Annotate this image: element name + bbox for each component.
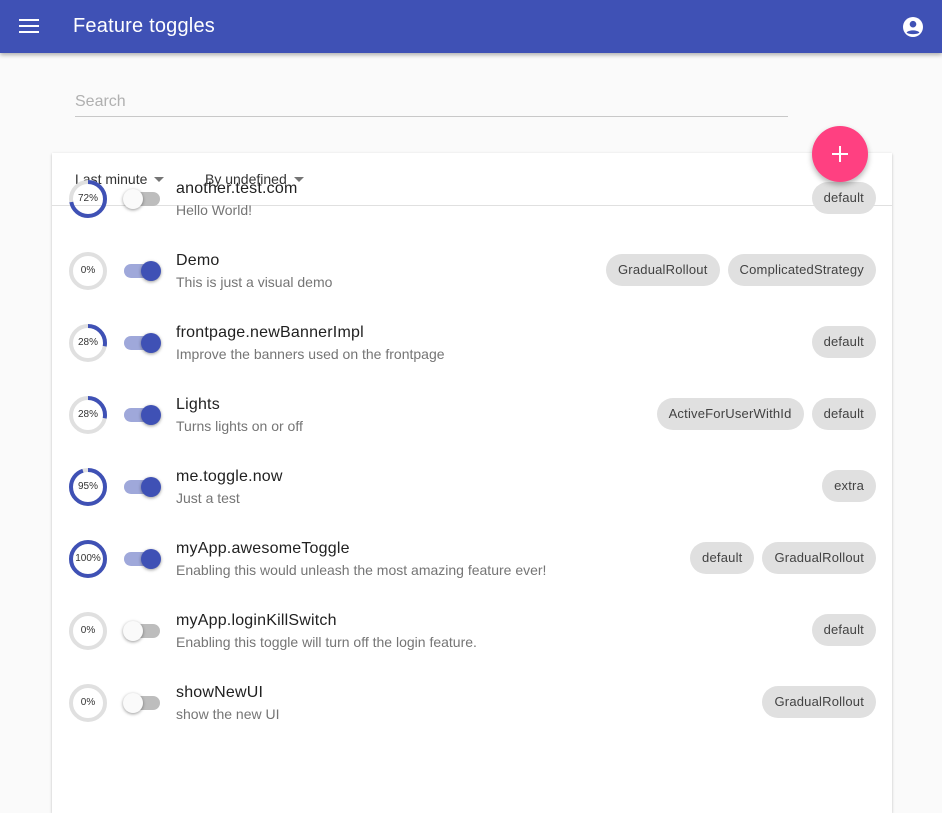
feature-name-link[interactable]: myApp.loginKillSwitch: [176, 612, 337, 630]
add-feature-button[interactable]: [812, 126, 868, 182]
strategy-chips: GradualRollout ComplicatedStrategy: [606, 254, 876, 286]
feature-row: 28% frontpage.newBannerImpl Improve the ba…: [52, 298, 892, 370]
strategy-chip[interactable]: default: [690, 542, 755, 574]
search-input[interactable]: [75, 88, 788, 116]
usage-gauge: 100%: [67, 538, 109, 580]
strategy-chip[interactable]: default: [811, 398, 876, 430]
feature-row: 0% Demo This is just a visual demo GradualR…: [52, 226, 892, 298]
feature-row: 28% Lights Turns lights on or off ActiveFor…: [52, 370, 892, 442]
strategy-chip[interactable]: ActiveForUserWithId: [656, 398, 804, 430]
feature-toggle-switch[interactable]: [123, 187, 161, 211]
feature-name-link[interactable]: me.toggle.now: [176, 468, 283, 486]
feature-description: Just a test: [176, 490, 240, 506]
feature-row: 100% myApp.awesomeToggle Enabling this wou…: [52, 514, 892, 586]
app-bar: Feature toggles: [0, 0, 942, 53]
strategy-chips: extra: [822, 470, 876, 502]
feature-name-link[interactable]: showNewUI: [176, 684, 263, 702]
feature-name-link[interactable]: another.test.com: [176, 180, 298, 198]
feature-toggle-switch[interactable]: [123, 619, 161, 643]
strategy-chips: ActiveForUserWithId default: [656, 398, 876, 430]
feature-toggle-switch[interactable]: [123, 691, 161, 715]
switch-thumb: [123, 693, 143, 713]
search-field: [75, 88, 788, 117]
usage-gauge: 95%: [67, 466, 109, 508]
feature-name-link[interactable]: Lights: [176, 396, 220, 414]
feature-toggle-switch[interactable]: [123, 259, 161, 283]
strategy-chip[interactable]: default: [811, 182, 876, 214]
feature-list-card: Last minute By undefined 72% another.test…: [52, 153, 892, 813]
strategy-chip[interactable]: default: [811, 326, 876, 358]
strategy-chip[interactable]: ComplicatedStrategy: [727, 254, 876, 286]
usage-gauge: 72%: [67, 178, 109, 220]
feature-toggle-switch[interactable]: [123, 331, 161, 355]
switch-thumb: [141, 477, 161, 497]
usage-gauge: 0%: [67, 682, 109, 724]
usage-gauge: 0%: [67, 250, 109, 292]
strategy-chip[interactable]: GradualRollout: [606, 254, 720, 286]
account-circle-icon[interactable]: [902, 16, 924, 38]
usage-percent: 72%: [77, 193, 98, 204]
strategy-chip[interactable]: GradualRollout: [762, 686, 876, 718]
feature-name-link[interactable]: frontpage.newBannerImpl: [176, 324, 364, 342]
usage-percent: 28%: [77, 409, 98, 420]
feature-description: Turns lights on or off: [176, 418, 303, 434]
feature-description: Improve the banners used on the frontpag…: [176, 346, 445, 362]
plus-icon: [832, 146, 848, 162]
feature-description: Enabling this toggle will turn off the l…: [176, 634, 477, 650]
feature-toggle-switch[interactable]: [123, 547, 161, 571]
feature-row: 0% myApp.loginKillSwitch Enabling this tog…: [52, 586, 892, 658]
usage-percent: 0%: [80, 625, 96, 636]
feature-name-link[interactable]: myApp.awesomeToggle: [176, 540, 350, 558]
strategy-chip[interactable]: GradualRollout: [762, 542, 876, 574]
usage-gauge: 28%: [67, 322, 109, 364]
feature-toggle-switch[interactable]: [123, 475, 161, 499]
usage-gauge: 0%: [67, 610, 109, 652]
page-title: Feature toggles: [73, 15, 215, 37]
strategy-chips: GradualRollout: [762, 686, 876, 718]
feature-row: 0% showNewUI show the new UI GradualRollout: [52, 658, 892, 730]
strategy-chip[interactable]: default: [811, 614, 876, 646]
switch-thumb: [123, 189, 143, 209]
feature-row: 95% me.toggle.now Just a test extra: [52, 442, 892, 514]
usage-percent: 95%: [77, 481, 98, 492]
usage-gauge: 28%: [67, 394, 109, 436]
feature-row: 72% another.test.com Hello World! default: [52, 154, 892, 226]
feature-description: show the new UI: [176, 706, 280, 722]
switch-thumb: [141, 549, 161, 569]
feature-name-link[interactable]: Demo: [176, 252, 219, 270]
feature-toggle-switch[interactable]: [123, 403, 161, 427]
usage-percent: 100%: [75, 553, 101, 564]
strategy-chips: default GradualRollout: [690, 542, 876, 574]
usage-percent: 28%: [77, 337, 98, 348]
strategy-chip[interactable]: extra: [822, 470, 876, 502]
strategy-chips: default: [811, 614, 876, 646]
usage-percent: 0%: [80, 697, 96, 708]
usage-percent: 0%: [80, 265, 96, 276]
feature-description: This is just a visual demo: [176, 274, 333, 290]
strategy-chips: default: [811, 182, 876, 214]
strategy-chips: default: [811, 326, 876, 358]
switch-thumb: [141, 261, 161, 281]
switch-thumb: [141, 333, 161, 353]
feature-description: Hello World!: [176, 202, 252, 218]
switch-thumb: [123, 621, 143, 641]
switch-thumb: [141, 405, 161, 425]
feature-description: Enabling this would unleash the most ama…: [176, 562, 547, 578]
menu-icon[interactable]: [18, 15, 40, 37]
